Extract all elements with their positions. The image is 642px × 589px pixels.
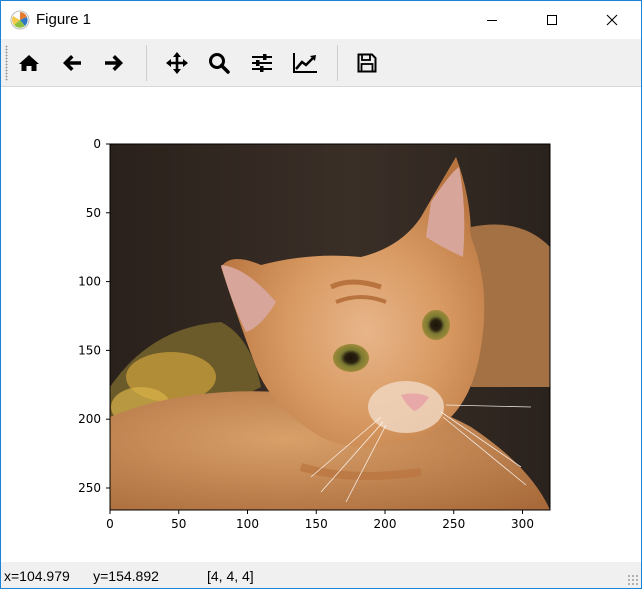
cursor-coordinates: x=104.979 y=154.892 xyxy=(4,568,159,584)
maximize-button[interactable] xyxy=(529,1,575,39)
navigation-toolbar xyxy=(1,39,641,87)
plot-area[interactable]: 0 50 100 150 200 250 300 0 50 100 150 200 250 xyxy=(1,87,641,561)
y-tick-label: 150 xyxy=(78,343,101,357)
figure-canvas[interactable]: 0 50 100 150 200 250 300 0 50 100 150 200 250 xyxy=(1,87,641,561)
y-tick-label: 0 xyxy=(93,137,101,151)
title-bar[interactable]: Figure 1 xyxy=(1,1,641,39)
x-tick-label: 50 xyxy=(171,517,186,531)
line-chart-icon xyxy=(293,53,317,73)
pan-button[interactable] xyxy=(161,47,193,79)
toolbar-separator xyxy=(146,45,147,81)
x-tick-label: 150 xyxy=(305,517,328,531)
minimize-button[interactable] xyxy=(469,1,515,39)
x-tick-label: 100 xyxy=(236,517,259,531)
home-icon xyxy=(19,55,39,71)
y-axis: 0 50 100 150 200 250 xyxy=(78,137,110,495)
matplotlib-logo-icon xyxy=(10,10,30,30)
x-tick-label: 0 xyxy=(106,517,114,531)
x-tick-label: 300 xyxy=(511,517,534,531)
axes-edit-button[interactable] xyxy=(289,47,321,79)
y-tick-label: 100 xyxy=(78,275,101,289)
close-icon xyxy=(606,14,618,26)
sliders-icon xyxy=(252,54,272,72)
arrow-left-icon xyxy=(63,55,81,71)
floppy-disk-icon xyxy=(357,53,377,73)
resize-grip[interactable] xyxy=(627,574,639,586)
zoom-button[interactable] xyxy=(203,47,235,79)
save-button[interactable] xyxy=(351,47,383,79)
back-button[interactable] xyxy=(56,47,88,79)
subplots-button[interactable] xyxy=(246,47,278,79)
x-axis: 0 50 100 150 200 250 300 xyxy=(106,510,534,531)
maximize-icon xyxy=(547,15,557,25)
toolbar-separator xyxy=(337,45,338,81)
cat-image xyxy=(110,144,550,510)
arrow-right-icon xyxy=(105,55,123,71)
y-tick-label: 200 xyxy=(78,412,101,426)
close-button[interactable] xyxy=(589,1,635,39)
home-button[interactable] xyxy=(13,47,45,79)
toolbar-grip[interactable] xyxy=(5,45,8,81)
minimize-icon xyxy=(487,20,497,21)
figure-window: Figure 1 0 50 100 150 200 250 300 0 50 1… xyxy=(0,0,642,589)
pixel-value: [4, 4, 4] xyxy=(207,568,254,584)
y-tick-label: 250 xyxy=(78,481,101,495)
window-title: Figure 1 xyxy=(36,11,92,28)
y-tick-label: 50 xyxy=(86,206,101,220)
forward-button[interactable] xyxy=(98,47,130,79)
x-tick-label: 200 xyxy=(374,517,397,531)
move-icon xyxy=(166,52,188,74)
magnifier-icon xyxy=(209,53,230,74)
x-tick-label: 250 xyxy=(442,517,465,531)
status-bar: x=104.979 y=154.892 [4, 4, 4] xyxy=(1,562,641,588)
